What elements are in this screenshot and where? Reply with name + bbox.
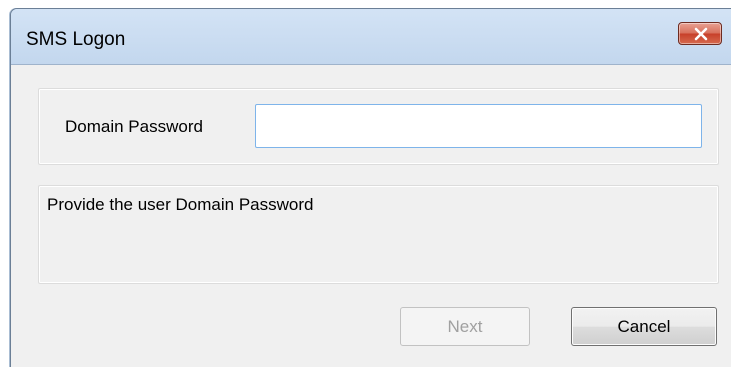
next-button[interactable]: Next: [400, 307, 530, 346]
sms-logon-dialog: SMS Logon Domain Password Provide the us…: [10, 8, 731, 367]
password-group: Domain Password: [38, 88, 719, 165]
window-title: SMS Logon: [26, 29, 126, 50]
info-message: Provide the user Domain Password: [47, 195, 314, 214]
info-panel: Provide the user Domain Password: [38, 185, 719, 284]
domain-password-label: Domain Password: [65, 117, 203, 136]
dialog-body: Domain Password Provide the user Domain …: [11, 64, 731, 367]
close-button[interactable]: [678, 22, 722, 45]
domain-password-input[interactable]: [255, 104, 702, 148]
cancel-button[interactable]: Cancel: [571, 307, 717, 346]
title-bar[interactable]: SMS Logon: [11, 9, 731, 64]
close-icon: [694, 27, 708, 41]
